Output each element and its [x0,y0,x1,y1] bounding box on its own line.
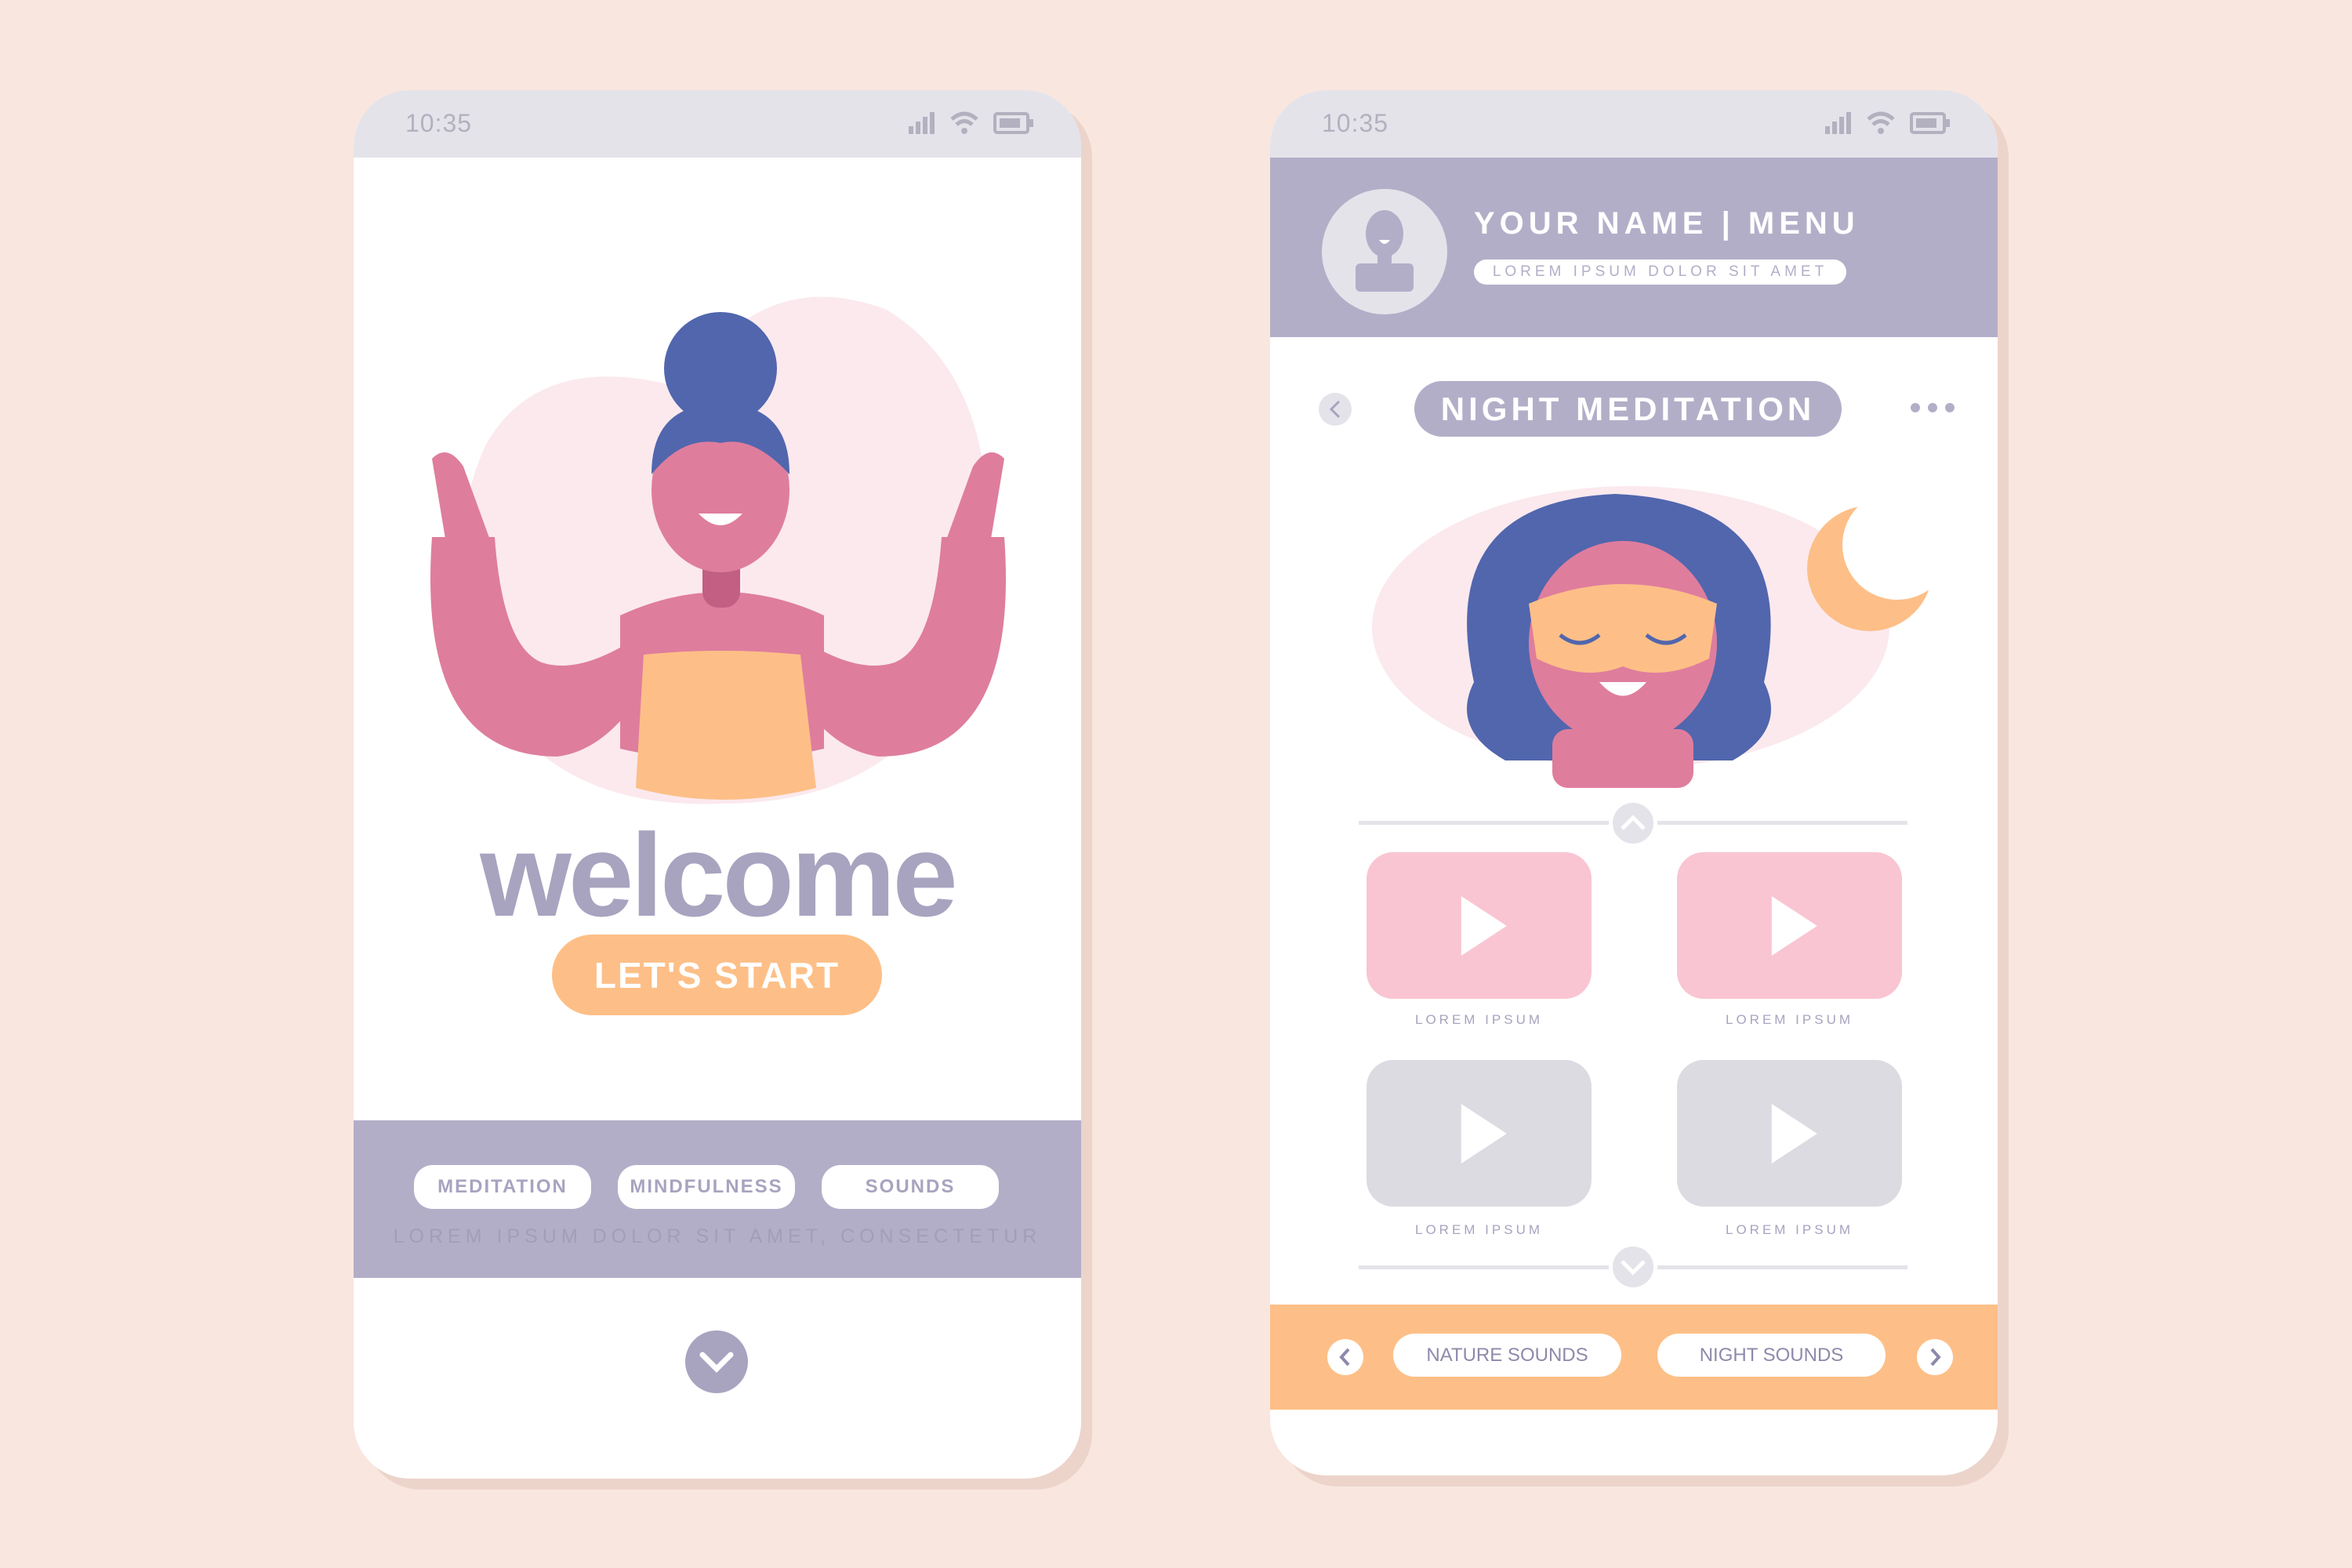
chevron-down-icon[interactable] [1609,1243,1657,1291]
user-icon [1356,210,1414,292]
video-label: LOREM IPSUM [1414,1012,1544,1027]
caption-text: LOREM IPSUM DOLOR SIT AMET, CONSECTETUR [393,1225,1042,1247]
category-band: MEDITATION MINDFULNESS SOUNDS LOREM IPSU… [354,1120,1081,1278]
welcome-screen: 10:35 welcome LET'S START MEDITATION MIN… [354,90,1081,1479]
section-title: NIGHT MEDITATION [1414,381,1842,437]
play-icon [1771,1103,1817,1163]
tab-mindfulness[interactable]: MINDFULNESS [618,1165,795,1209]
video-card[interactable] [1677,852,1902,999]
signal-icon [1825,112,1851,134]
tab-night-sounds[interactable]: NIGHT SOUNDS [1657,1334,1886,1377]
night-meditation-screen: 10:35 YOUR NAME | MENU LOREM IPSUM DOLOR… [1270,90,1998,1475]
status-bar: 10:35 [354,90,1081,158]
chevron-down-icon[interactable] [685,1330,748,1393]
welcome-heading: welcome [480,809,958,941]
status-time: 10:35 [405,109,473,137]
profile-header: YOUR NAME | MENU LOREM IPSUM DOLOR SIT A… [1270,158,1998,337]
tab-nature-sounds[interactable]: NATURE SOUNDS [1393,1334,1621,1377]
tab-sounds[interactable]: SOUNDS [822,1165,999,1209]
avatar[interactable] [1322,189,1447,314]
video-label: LOREM IPSUM [1725,1012,1854,1027]
signal-icon [909,112,935,134]
wifi-icon [1867,111,1895,134]
video-card[interactable] [1677,1060,1902,1207]
video-label: LOREM IPSUM [1414,1222,1544,1237]
video-label: LOREM IPSUM [1725,1222,1854,1237]
video-card[interactable] [1367,1060,1592,1207]
tab-meditation[interactable]: MEDITATION [414,1165,591,1209]
profile-title[interactable]: YOUR NAME | MENU [1474,206,1860,241]
lets-start-button[interactable]: LET'S START [552,935,882,1015]
chevron-up-icon[interactable] [1609,799,1657,848]
prev-chevron-icon[interactable] [1327,1339,1363,1375]
play-icon [1461,895,1507,956]
status-bar: 10:35 [1270,90,1998,158]
video-card[interactable] [1367,852,1592,999]
sleeping-woman-illustration [1372,486,1952,788]
wifi-icon [950,111,978,134]
play-icon [1771,895,1817,956]
more-options-icon[interactable] [1909,401,1956,414]
status-time: 10:35 [1322,109,1389,137]
battery-icon [993,112,1033,134]
back-chevron-icon[interactable] [1319,393,1352,426]
next-chevron-icon[interactable] [1917,1339,1953,1375]
play-icon [1461,1103,1507,1163]
sounds-bar: NATURE SOUNDS NIGHT SOUNDS [1270,1305,1998,1410]
battery-icon [1910,112,1950,134]
profile-subtitle: LOREM IPSUM DOLOR SIT AMET [1474,260,1846,285]
